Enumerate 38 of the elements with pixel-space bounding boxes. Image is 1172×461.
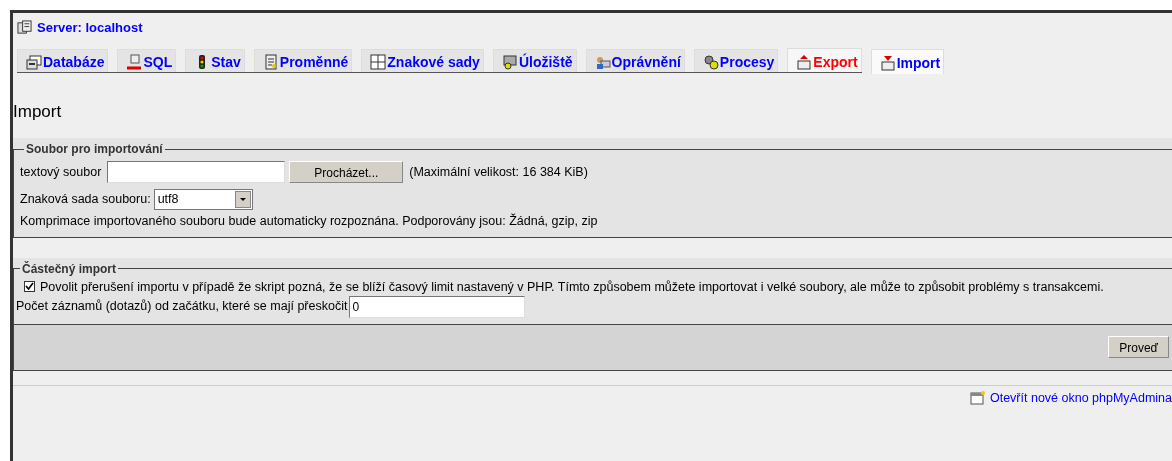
export-table-icon [796,53,813,70]
field-label: Počet záznamů (dotazů) od začátku, které se mají přeskočit [16,298,348,316]
nav-tab[interactable]: Databáze [17,48,109,72]
file-field[interactable] [107,161,286,183]
charset-table-icon [370,53,387,70]
field-label: textový soubor [20,163,102,181]
page-heading: Import [13,100,63,123]
checkbox-label: Povolit přerušení importu v případě že skript pozná, že se blíží časový limit nastavený v PHP. Tímto způsobem můžete importovat i velké soubory, ale může to způsobit problémy s transakcemi. [40,278,1104,295]
nav-tab[interactable]: Export [787,47,862,72]
nav-tab[interactable]: Stav [185,48,245,72]
field-label: Znaková sada souboru: [20,191,151,209]
nav-tab[interactable]: Proměnné [253,48,353,72]
server-icon [17,20,32,36]
size-note: (Maximální velikost: 16 384 KiB) [409,163,588,181]
nav-tab[interactable]: Oprávnění [585,48,685,72]
sql-icon [126,53,143,70]
skip-count-field[interactable]: 0 [349,295,526,318]
stack-icon [26,53,42,70]
nav-tab[interactable]: Úložiště [492,48,577,72]
section-legend: Částečný import [20,262,119,275]
submit-button[interactable]: Proveď [1108,336,1169,359]
charset-dropdown[interactable]: utf8 [153,189,253,210]
nav-tab[interactable]: Znakové sady [361,48,484,72]
new-window-icon [969,391,985,406]
notepad-icon [262,53,279,70]
engine-icon [501,53,518,70]
browse-button[interactable]: Procházet... [289,161,404,183]
nav-tab[interactable]: Import [870,48,945,74]
caret-icon [234,191,251,208]
compression-note: Komprimace importovaného souboru bude automaticky rozpoznána. Podporovány jsou: Žádná, gzip, zip [20,212,598,230]
nav-tab[interactable]: Procesy [693,48,779,72]
import-table-icon [879,54,896,71]
gears-icon [702,53,719,70]
nav-tab[interactable]: SQL [117,48,177,72]
server-link[interactable]: Server: localhost [37,18,143,38]
new-window-link[interactable]: Otevřít nové okno phpMyAdmina [989,388,1172,408]
section-legend: Soubor pro importování [24,143,165,155]
checkbox[interactable] [24,280,35,292]
